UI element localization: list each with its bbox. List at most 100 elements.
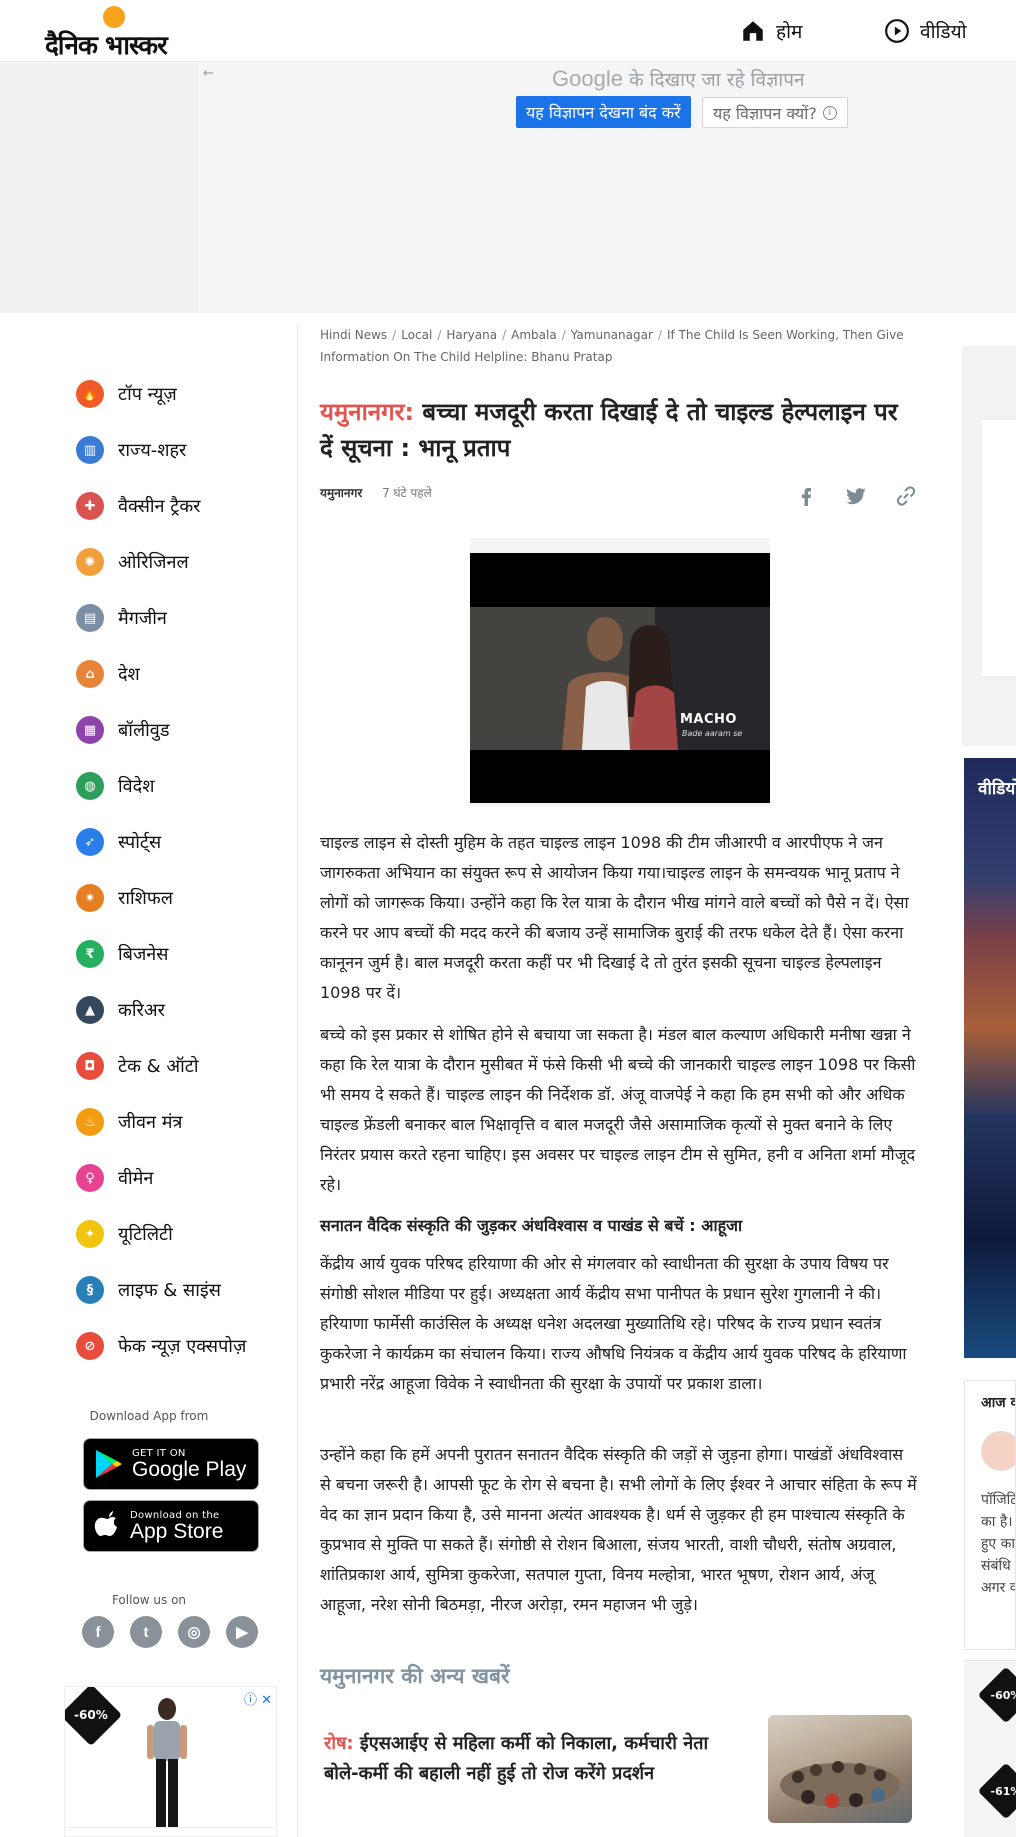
related-news-item[interactable]: रोष: ईएसआईए से महिला कर्मी को निकाला, कर… bbox=[324, 1715, 912, 1825]
sidebar-item-label: वैक्सीन ट्रैकर bbox=[118, 496, 201, 517]
breadcrumb-item[interactable]: Yamunanagar bbox=[571, 328, 653, 342]
runner-icon: ➶ bbox=[76, 828, 104, 856]
article-subheading: सनातन वैदिक संस्कृति की जुड़कर अंधविश्वा… bbox=[320, 1216, 743, 1235]
home-icon bbox=[743, 21, 763, 41]
sidebar-item-label: स्पोर्ट्स bbox=[118, 832, 162, 853]
google-play-big: Google Play bbox=[132, 1457, 247, 1481]
sidebar-item-label: लाइफ & साइंस bbox=[118, 1280, 221, 1301]
breadcrumb-item[interactable]: Hindi News bbox=[320, 328, 387, 342]
video-ad-player[interactable]: MACHO Bade aaram se bbox=[470, 538, 770, 806]
sidebar-item[interactable]: ◍ विदेश bbox=[76, 758, 246, 814]
sidebar-item-label: राज्य-शहर bbox=[118, 440, 187, 461]
sidebar-item[interactable]: ✦ यूटिलिटी bbox=[76, 1206, 246, 1262]
sidebar-item-label: वीमेन bbox=[118, 1168, 154, 1189]
related-news-title[interactable]: रोष: ईएसआईए से महिला कर्मी को निकाला, कर… bbox=[324, 1729, 734, 1789]
article-headline: यमुनानगर: बच्चा मजदूरी करता दिखाई दे तो … bbox=[320, 394, 918, 466]
sidebar-item[interactable]: ▦ बॉलीवुड bbox=[76, 702, 246, 758]
google-play-small: GET IT ON bbox=[132, 1447, 186, 1459]
zodiac-avatar bbox=[981, 1431, 1015, 1471]
breadcrumb: Hindi News / Local / Haryana / Ambala / Yamunana… bbox=[320, 328, 904, 364]
graduation-cap-icon: ▲ bbox=[76, 996, 104, 1024]
sidebar-item[interactable]: ✺ ओरिजिनल bbox=[76, 534, 246, 590]
stop-ad-button[interactable]: यह विज्ञापन देखना बंद करें bbox=[516, 96, 691, 128]
breadcrumb-item[interactable]: Local bbox=[401, 328, 432, 342]
headline-location[interactable]: यमुनानगर: bbox=[320, 398, 414, 426]
logo-text: दैनिक भास्कर bbox=[45, 31, 168, 61]
discount-tag: -60% bbox=[65, 1687, 123, 1747]
clapperboard-icon: ▦ bbox=[76, 716, 104, 744]
article-paragraph: केंद्रीय आर्य युवक परिषद हरियाणा की ओर स… bbox=[320, 1254, 907, 1393]
right-rail-ad-2[interactable]: -60% -61% bbox=[964, 1660, 1016, 1837]
app-store-button[interactable]: Download on the App Store bbox=[83, 1500, 259, 1552]
article-city[interactable]: यमुनानगर bbox=[320, 486, 362, 500]
sidebar-ad-2[interactable] bbox=[64, 1827, 277, 1837]
sidebar-item[interactable]: ▲ करिअर bbox=[76, 982, 246, 1038]
article-paragraph: चाइल्ड लाइन से दोस्ती मुहिम के तहत चाइल्… bbox=[320, 833, 909, 1002]
rail-today-heading: आज का bbox=[981, 1395, 1015, 1411]
sidebar-item[interactable]: 🔥 टॉप न्यूज़ bbox=[76, 366, 246, 422]
discount-tag: -60% bbox=[977, 1666, 1016, 1724]
discount-tag: -61% bbox=[977, 1762, 1016, 1820]
dainik-bhaskar-logo[interactable]: दैनिक भास्कर bbox=[45, 6, 195, 61]
ad-choices-icon[interactable]: ⓘ ✕ bbox=[244, 1689, 272, 1708]
right-rail-video-widget[interactable]: वीडियो bbox=[964, 758, 1016, 1358]
vaccine-icon: ✚ bbox=[76, 492, 104, 520]
sidebar-item-label: टॉप न्यूज़ bbox=[118, 384, 177, 405]
info-icon: i bbox=[822, 105, 837, 120]
google-play-icon bbox=[96, 1450, 122, 1478]
article-time: 7 घंटे पहले bbox=[382, 486, 432, 500]
sidebar-item[interactable]: ✚ वैक्सीन ट्रैकर bbox=[76, 478, 246, 534]
sidebar-item[interactable]: ⊘ फेक न्यूज़ एक्सपोज़ bbox=[76, 1318, 246, 1374]
why-this-ad-label: यह विज्ञापन क्यों? bbox=[713, 103, 817, 123]
instagram-icon[interactable]: ◎ bbox=[178, 1616, 210, 1648]
sidebar-item[interactable]: ✷ राशिफल bbox=[76, 870, 246, 926]
nav-home-label: होम bbox=[776, 21, 803, 43]
facebook-icon[interactable]: f bbox=[82, 1616, 114, 1648]
facebook-share-icon[interactable] bbox=[794, 484, 818, 508]
twitter-share-icon[interactable] bbox=[844, 484, 868, 508]
sidebar-item[interactable]: § लाइफ & साइंस bbox=[76, 1262, 246, 1318]
youtube-icon[interactable]: ▶ bbox=[226, 1616, 258, 1648]
right-rail-today-widget[interactable]: आज का पॉजिटि का है। हुए का संबंधि अगर व bbox=[964, 1380, 1016, 1650]
sidebar-item[interactable]: ⌂ देश bbox=[76, 646, 246, 702]
sidebar-item-label: टेक & ऑटो bbox=[118, 1056, 199, 1077]
twitter-icon[interactable]: t bbox=[130, 1616, 162, 1648]
sidebar-item-label: राशिफल bbox=[118, 888, 174, 909]
google-wordmark: Google bbox=[552, 66, 623, 91]
sidebar-item-label: बिजनेस bbox=[118, 944, 169, 965]
related-news-tag: रोष: bbox=[324, 1733, 354, 1754]
sidebar-item[interactable]: ▥ राज्य-शहर bbox=[76, 422, 246, 478]
zodiac-icon: ✷ bbox=[76, 884, 104, 912]
article-main: Hindi News / Local / Haryana / Ambala / Yamunana… bbox=[320, 324, 918, 1823]
nav-video[interactable]: वीडियो bbox=[884, 16, 967, 46]
site-header: दैनिक भास्कर होम वीडियो bbox=[0, 0, 1016, 62]
sidebar-item[interactable]: ◘ टेक & ऑटो bbox=[76, 1038, 246, 1094]
sidebar-item[interactable]: ₹ बिजनेस bbox=[76, 926, 246, 982]
ad-back-arrow-icon[interactable]: ← bbox=[203, 66, 214, 81]
fake-news-icon: ⊘ bbox=[76, 1332, 104, 1360]
lamp-icon: ♨ bbox=[76, 1108, 104, 1136]
india-gate-icon: ⌂ bbox=[76, 660, 104, 688]
sidebar-item-label: करिअर bbox=[118, 1000, 165, 1021]
sidebar-item-label: बॉलीवुड bbox=[118, 720, 170, 741]
sidebar-item[interactable]: ▤ मैगजीन bbox=[76, 590, 246, 646]
magazine-icon: ▤ bbox=[76, 604, 104, 632]
copy-link-icon[interactable] bbox=[894, 484, 918, 508]
why-this-ad-button[interactable]: यह विज्ञापन क्यों? i bbox=[702, 97, 848, 128]
video-brand-tagline: Bade aaram se bbox=[682, 729, 743, 738]
sidebar-item[interactable]: ➶ स्पोर्ट्स bbox=[76, 814, 246, 870]
related-news-thumbnail[interactable] bbox=[768, 1715, 912, 1823]
nav-home[interactable]: होम bbox=[740, 16, 802, 46]
sidebar-ad[interactable]: -60% ⓘ ✕ bbox=[64, 1686, 277, 1837]
sidebar-item[interactable]: ♀ वीमेन bbox=[76, 1150, 246, 1206]
sidebar-item[interactable]: ♨ जीवन मंत्र bbox=[76, 1094, 246, 1150]
breadcrumb-item[interactable]: Ambala bbox=[511, 328, 557, 342]
article-paragraph: उन्होंने कहा कि हमें अपनी पुरातन सनातन व… bbox=[320, 1445, 917, 1614]
article-paragraph: बच्चे को इस प्रकार से शोषित होने से बचाय… bbox=[320, 1025, 916, 1194]
sidebar-item-label: देश bbox=[118, 664, 140, 685]
rail-today-text: पॉजिटि का है। हुए का संबंधि अगर व bbox=[981, 1492, 1016, 1596]
google-play-button[interactable]: GET IT ON Google Play bbox=[83, 1438, 259, 1490]
top-ad-banner bbox=[0, 63, 1016, 313]
globe-icon: ◍ bbox=[76, 772, 104, 800]
breadcrumb-item[interactable]: Haryana bbox=[446, 328, 497, 342]
